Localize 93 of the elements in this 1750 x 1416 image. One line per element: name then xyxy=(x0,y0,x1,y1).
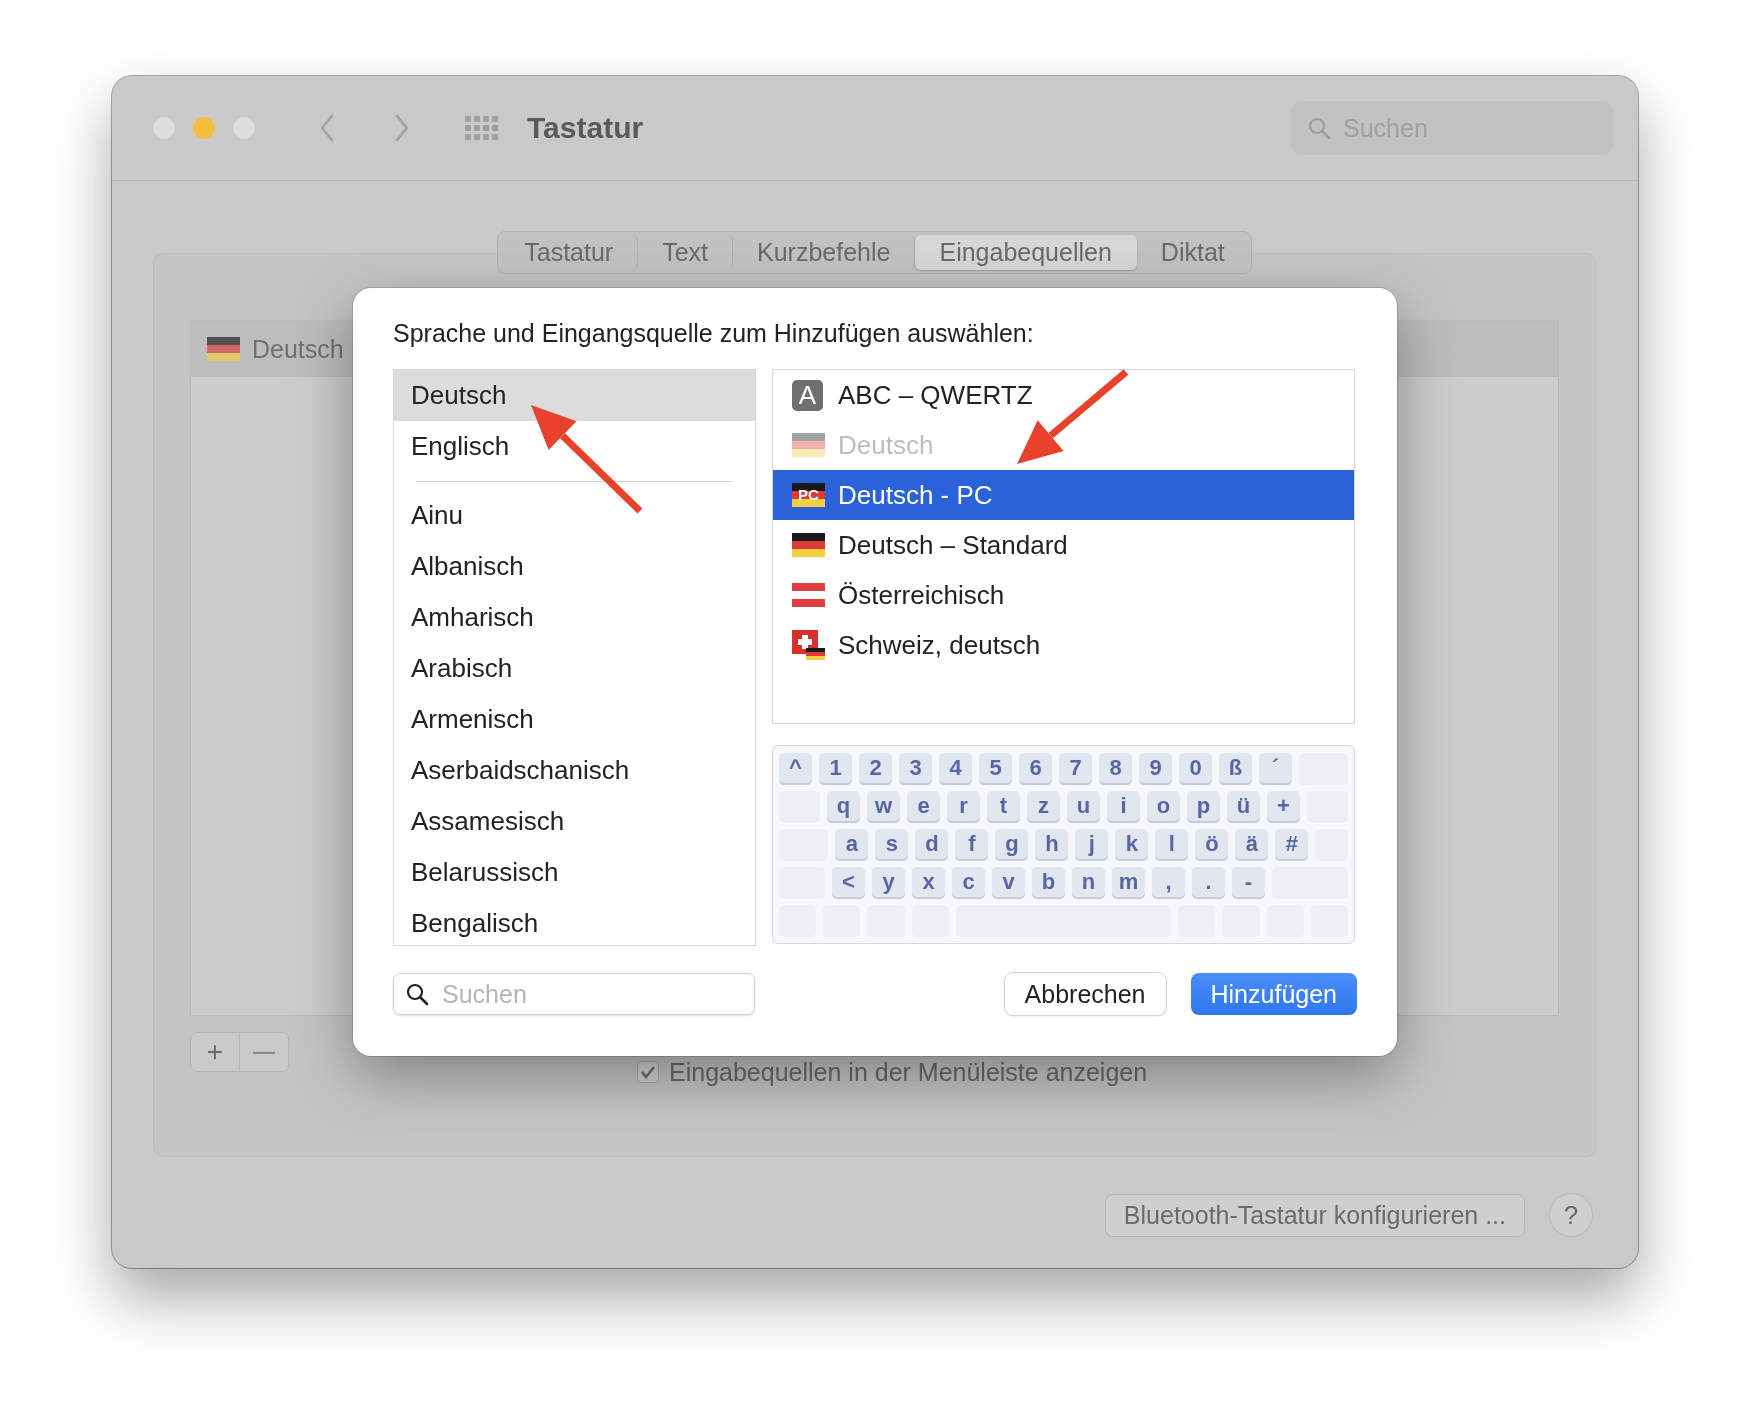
checkbox[interactable] xyxy=(637,1061,659,1083)
language-item[interactable]: Bengalisch xyxy=(394,898,755,945)
flag-icon xyxy=(207,337,240,361)
search-icon xyxy=(405,982,429,1006)
search-icon xyxy=(1307,116,1331,140)
keyboard-key: a xyxy=(835,829,869,859)
language-item[interactable]: Englisch xyxy=(394,421,755,472)
keyboard-key: y xyxy=(872,867,905,897)
item-label: ABC – QWERTZ xyxy=(838,379,1033,411)
language-item[interactable]: Deutsch xyxy=(394,370,755,421)
item-label: Deutsch xyxy=(252,334,344,364)
item-label: Schweiz, deutsch xyxy=(838,629,1041,661)
keyboard-key: 6 xyxy=(1019,753,1052,783)
keyboard-key: t xyxy=(987,791,1020,821)
keyboard-key: ^ xyxy=(779,753,812,783)
cancel-button[interactable]: Abbrechen xyxy=(1004,973,1166,1015)
keyboard-key: e xyxy=(907,791,940,821)
keyboard-key: k xyxy=(1115,829,1149,859)
keyboard-key: d xyxy=(915,829,949,859)
keyboard-key: h xyxy=(1035,829,1069,859)
input-source-item[interactable]: PC Deutsch - PC xyxy=(773,470,1354,520)
keyboard-key: p xyxy=(1187,791,1220,821)
language-item[interactable]: Armenisch xyxy=(394,694,755,745)
checkbox-label: Eingabequellen in der Menüleiste anzeigen xyxy=(669,1057,1148,1087)
keyboard-key: m xyxy=(1112,867,1145,897)
keyboard-key: u xyxy=(1067,791,1100,821)
keyboard-key: ü xyxy=(1227,791,1260,821)
language-item[interactable]: Ainu xyxy=(394,490,755,541)
keyboard-key: 5 xyxy=(979,753,1012,783)
keyboard-key: b xyxy=(1032,867,1065,897)
keyboard-key: g xyxy=(995,829,1029,859)
window-control[interactable] xyxy=(193,117,215,139)
input-source-item[interactable]: A ABC – QWERTZ xyxy=(773,370,1354,420)
flag-icon xyxy=(792,583,825,607)
grid-icon[interactable] xyxy=(465,116,498,140)
keyboard-key: 4 xyxy=(939,753,972,783)
keyboard-key: ä xyxy=(1235,829,1269,859)
keyboard-key: ß xyxy=(1219,753,1252,783)
flag-icon: PC xyxy=(792,483,825,507)
keyboard-key: 2 xyxy=(859,753,892,783)
add-button[interactable]: Hinzufügen xyxy=(1190,973,1357,1015)
item-label: Deutsch xyxy=(838,429,934,461)
flag-icon xyxy=(792,533,825,557)
item-label: Deutsch – Standard xyxy=(838,529,1068,561)
input-source-item[interactable]: Deutsch – Standard xyxy=(773,520,1354,570)
keyboard-key: o xyxy=(1147,791,1180,821)
keyboard-key: 8 xyxy=(1099,753,1132,783)
keyboard-key: c xyxy=(952,867,985,897)
keyboard-key: # xyxy=(1275,829,1309,859)
keyboard-key: 3 xyxy=(899,753,932,783)
back-icon[interactable] xyxy=(319,114,335,142)
window-title: Tastatur xyxy=(527,111,644,145)
keyboard-key: n xyxy=(1072,867,1105,897)
keyboard-key: - xyxy=(1232,867,1265,897)
item-label: Österreichisch xyxy=(838,579,1005,611)
keyboard-key: 7 xyxy=(1059,753,1092,783)
input-source-icon: A xyxy=(792,379,823,411)
language-item[interactable]: Amharisch xyxy=(394,592,755,643)
keyboard-key: < xyxy=(832,867,865,897)
language-item[interactable]: Belarussisch xyxy=(394,847,755,898)
dialog-prompt: Sprache und Eingangsquelle zum Hinzufügen auswählen: xyxy=(393,318,1035,348)
keyboard-key: + xyxy=(1267,791,1300,821)
keyboard-key: 0 xyxy=(1179,753,1212,783)
language-item[interactable]: Assamesisch xyxy=(394,796,755,847)
keyboard-key: 1 xyxy=(819,753,852,783)
forward-icon[interactable] xyxy=(394,114,410,142)
input-source-item[interactable]: Österreichisch xyxy=(773,570,1354,620)
keyboard-key: . xyxy=(1192,867,1225,897)
keyboard-key: w xyxy=(867,791,900,821)
language-item[interactable]: Aserbaidschanisch xyxy=(394,745,755,796)
keyboard-key: ö xyxy=(1195,829,1229,859)
flag-icon xyxy=(792,630,825,660)
search-field[interactable]: Suchen xyxy=(393,973,755,1015)
keyboard-key: f xyxy=(955,829,989,859)
keyboard-key: ´ xyxy=(1259,753,1292,783)
keyboard-key: 9 xyxy=(1139,753,1172,783)
item-label: Deutsch - PC xyxy=(838,479,993,511)
language-item[interactable]: Arabisch xyxy=(394,643,755,694)
keyboard-key: z xyxy=(1027,791,1060,821)
keyboard-key: v xyxy=(992,867,1025,897)
keyboard-key: r xyxy=(947,791,980,821)
keyboard-key: x xyxy=(912,867,945,897)
keyboard-key: j xyxy=(1075,829,1109,859)
keyboard-key: q xyxy=(827,791,860,821)
tab[interactable]: Eingabequellen xyxy=(915,235,1137,270)
keyboard-key: l xyxy=(1155,829,1189,859)
flag-icon xyxy=(792,433,825,457)
keyboard-key: i xyxy=(1107,791,1140,821)
keyboard-key: s xyxy=(875,829,909,859)
language-item[interactable]: Albanisch xyxy=(394,541,755,592)
keyboard-key: , xyxy=(1152,867,1185,897)
input-source-item[interactable]: Schweiz, deutsch xyxy=(773,620,1354,670)
checkmark-icon xyxy=(640,1065,656,1079)
